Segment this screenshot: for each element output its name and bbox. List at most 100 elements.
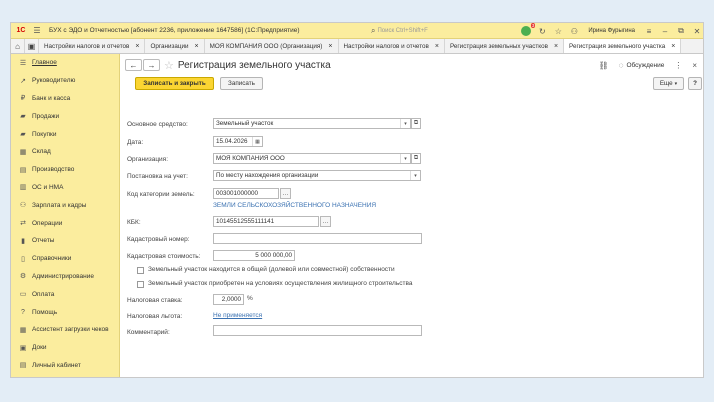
restore-icon[interactable]: ⧉ — [673, 23, 689, 39]
sidebar-item-purchases[interactable]: ▰ Покупки — [11, 125, 119, 143]
cart-purchase-icon: ▰ — [20, 131, 26, 139]
dropdown-icon[interactable]: ▾ — [400, 154, 410, 163]
select-kbk-button[interactable]: … — [320, 216, 331, 227]
user-name[interactable]: Ирина Фурыгина — [588, 28, 635, 34]
sidebar-item-docs[interactable]: ▣ Доки — [11, 339, 119, 357]
tab-my-company[interactable]: МОЯ КОМПАНИЯ ООО (Организация) × — [205, 39, 339, 53]
category-code-field[interactable]: 003001000000 — [213, 188, 279, 199]
open-link-icon[interactable]: ⧉ — [411, 118, 421, 129]
cadastral-cost-field[interactable]: 5 000 000,00 — [213, 250, 295, 261]
sidebar-item-label: Справочники — [32, 255, 72, 263]
kbk-field[interactable]: 10145512555111141 — [213, 216, 319, 227]
sidebar-item-main[interactable]: ☰ Главное — [11, 54, 119, 72]
sidebar-item-catalogs[interactable]: ▯ Справочники — [11, 250, 119, 268]
more-vertical-icon[interactable]: ⋮ — [674, 61, 682, 70]
title-bar-tools: 3 ↻ ☆ ⚇ Ирина Фурыгина ≡ – ⧉ ✕ — [518, 23, 703, 39]
sidebar-item-label: Руководителю — [32, 77, 76, 85]
close-icon[interactable]: × — [554, 43, 558, 50]
asset-value: Земельный участок — [216, 120, 274, 127]
calendar-icon[interactable]: ▦ — [252, 137, 262, 146]
tabs-bar: ⌂ ▣ Настройки налогов и отчетов × Организ… — [11, 39, 703, 54]
tab-land-registrations[interactable]: Регистрация земельных участков × — [445, 39, 565, 53]
more-label: Еще — [659, 80, 673, 87]
housing-construction-checkbox[interactable] — [137, 281, 144, 288]
sidebar-item-admin[interactable]: ⚙ Администрирование — [11, 268, 119, 286]
date-field[interactable]: 15.04.2026 ▦ — [213, 136, 263, 147]
cadastral-cost-value: 5 000 000,00 — [255, 252, 292, 259]
sidebar-item-label: Отчеты — [32, 237, 55, 245]
sidebar-item-label: Главное — [32, 59, 57, 67]
sidebar-item-cabinet[interactable]: ▤ Личный кабинет — [11, 357, 119, 375]
sidebar-item-manager[interactable]: ↗ Руководителю — [11, 72, 119, 90]
save-and-close-button[interactable]: Записать и закрыть — [135, 77, 214, 90]
tab-organizations[interactable]: Организации × — [145, 39, 205, 53]
sidebar-item-payment[interactable]: ▭ Оплата — [11, 285, 119, 303]
sidebar-item-label: Ассистент загрузки чеков — [32, 326, 109, 334]
notifications-button[interactable]: 3 — [518, 23, 536, 39]
close-icon[interactable]: × — [328, 43, 332, 50]
save-button[interactable]: Записать — [220, 77, 263, 90]
cadastral-number-field[interactable] — [213, 233, 422, 244]
link-icon[interactable]: ⛓ — [599, 61, 609, 70]
minimize-icon[interactable]: – — [657, 23, 673, 39]
sidebar-item-label: Администрирование — [32, 272, 94, 280]
tax-rate-field[interactable]: 2,0000 — [213, 294, 244, 305]
sidebar-item-bank[interactable]: ₽ Банк и касса — [11, 90, 119, 108]
sidebar-item-salary[interactable]: ⚇ Зарплата и кадры — [11, 196, 119, 214]
asset-field[interactable]: Земельный участок ▾ — [213, 118, 411, 129]
select-category-button[interactable]: … — [280, 188, 291, 199]
chevron-down-icon[interactable]: ▾ — [410, 171, 420, 180]
help-button[interactable]: ? — [688, 77, 702, 90]
close-icon[interactable]: × — [435, 43, 439, 50]
sidebar-item-production[interactable]: ▤ Производство — [11, 161, 119, 179]
category-code-value: 003001000000 — [216, 190, 259, 197]
tab-land-registration[interactable]: Регистрация земельного участка × — [564, 39, 682, 53]
close-icon[interactable]: × — [135, 43, 139, 50]
sidebar-item-assets[interactable]: ▥ ОС и НМА — [11, 179, 119, 197]
help-icon: ? — [21, 308, 25, 316]
close-form-icon[interactable]: × — [692, 61, 697, 70]
sidebar-item-label: Зарплата и кадры — [32, 201, 87, 209]
close-window-icon[interactable]: ✕ — [689, 23, 703, 39]
more-button[interactable]: Еще ▾ — [653, 77, 684, 90]
tab-tax-settings[interactable]: Настройки налогов и отчетов × — [39, 39, 146, 53]
tab-label: Настройки налогов и отчетов — [343, 42, 429, 50]
home-icon[interactable]: ⌂ — [11, 39, 25, 53]
cadastral-number-label: Кадастровый номер: — [127, 235, 190, 243]
favorite-star-icon[interactable]: ☆ — [164, 59, 174, 72]
global-search[interactable]: ⌕ Поиск Ctrl+Shift+F — [371, 26, 521, 36]
dropdown-icon[interactable]: ▾ — [400, 119, 410, 128]
tab-tax-settings-2[interactable]: Настройки налогов и отчетов × — [339, 39, 445, 53]
app-title: БУХ с ЭДО и Отчетностью [абонент 2236, п… — [49, 27, 300, 34]
registration-select[interactable]: По месту нахождения организации ▾ — [213, 170, 421, 181]
sidebar-item-receipts[interactable]: ▦ Ассистент загрузки чеков — [11, 321, 119, 339]
sidebar-item-warehouse[interactable]: ▦ Склад — [11, 143, 119, 161]
sidebar-item-operations[interactable]: ⇄ Операции — [11, 214, 119, 232]
close-icon[interactable]: × — [195, 43, 199, 50]
sidebar-item-reports[interactable]: ▮ Отчеты — [11, 232, 119, 250]
forward-button[interactable]: → — [143, 59, 160, 71]
user-icon[interactable]: ⚇ — [566, 23, 582, 39]
discussion-icon[interactable]: ◌ — [619, 61, 624, 70]
sidebar-item-sales[interactable]: ▰ Продажи — [11, 107, 119, 125]
sidebar-item-help[interactable]: ? Помощь — [11, 303, 119, 321]
menu-grid-icon[interactable]: ☰ — [31, 23, 43, 39]
category-name: ЗЕМЛИ СЕЛЬСКОХОЗЯЙСТВЕННОГО НАЗНАЧЕНИЯ — [213, 202, 377, 209]
sidebar-item-label: Доки — [32, 344, 47, 352]
close-icon[interactable]: × — [671, 43, 675, 50]
reports-icon: ▮ — [21, 237, 25, 245]
history-icon[interactable]: ↻ — [534, 23, 550, 39]
settings-menu-icon[interactable]: ≡ — [641, 23, 657, 39]
favorites-icon[interactable]: ☆ — [550, 23, 566, 39]
discussions-icon[interactable]: ▣ — [25, 39, 39, 53]
registration-label: Постановка на учет: — [127, 172, 188, 180]
tax-benefit-link[interactable]: Не применяется — [213, 312, 262, 319]
back-button[interactable]: ← — [125, 59, 142, 71]
comment-label: Комментарий: — [127, 328, 170, 336]
open-link-icon[interactable]: ⧉ — [411, 153, 421, 164]
comment-field[interactable] — [213, 325, 422, 336]
org-field[interactable]: МОЯ КОМПАНИЯ ООО ▾ — [213, 153, 411, 164]
warehouse-icon: ▦ — [19, 148, 27, 156]
discussion-link[interactable]: Обсуждение — [626, 62, 664, 69]
shared-ownership-checkbox[interactable] — [137, 267, 144, 274]
